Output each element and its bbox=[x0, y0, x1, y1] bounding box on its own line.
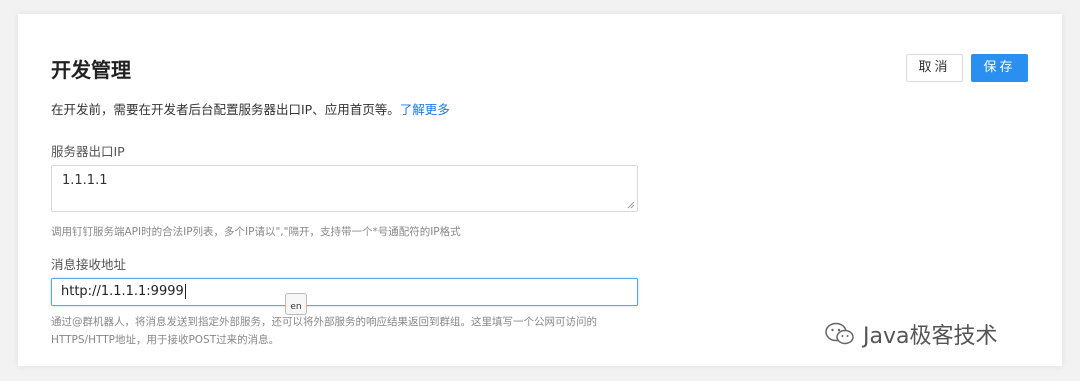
description-text: 在开发前，需要在开发者后台配置服务器出口IP、应用首页等。 bbox=[51, 102, 400, 117]
text-caret bbox=[184, 284, 186, 299]
message-url-value: http://1.1.1.1:9999 bbox=[61, 284, 184, 299]
watermark: Java极客技术 bbox=[825, 318, 997, 350]
resize-handle-icon[interactable] bbox=[627, 201, 635, 209]
cancel-button[interactable]: 取消 bbox=[906, 54, 963, 82]
dev-management-card: 开发管理 取消 保存 在开发前，需要在开发者后台配置服务器出口IP、应用首页等。… bbox=[18, 14, 1062, 366]
learn-more-link[interactable]: 了解更多 bbox=[400, 102, 450, 117]
server-ip-textarea[interactable]: 1.1.1.1 bbox=[51, 165, 638, 212]
page-description: 在开发前，需要在开发者后台配置服务器出口IP、应用首页等。了解更多 bbox=[51, 99, 450, 118]
page-title: 开发管理 bbox=[51, 58, 131, 82]
watermark-text: Java极客技术 bbox=[863, 324, 998, 349]
server-ip-label: 服务器出口IP bbox=[51, 144, 125, 159]
server-ip-hint: 调用钉钉服务端API时的合法IP列表，多个IP请以","隔开，支持带一个*号通配… bbox=[51, 226, 461, 238]
save-button[interactable]: 保存 bbox=[971, 54, 1028, 82]
wechat-icon bbox=[825, 322, 854, 345]
server-ip-value: 1.1.1.1 bbox=[62, 173, 108, 188]
message-url-hint-line1: 通过@群机器人，将消息发送到指定外部服务，还可以将外部服务的响应结果返回到群组。… bbox=[51, 316, 597, 328]
message-url-input[interactable]: http://1.1.1.1:9999 bbox=[51, 278, 638, 306]
message-url-hint-line2: HTTPS/HTTP地址，用于接收POST过来的消息。 bbox=[51, 334, 280, 346]
message-url-label: 消息接收地址 bbox=[51, 257, 127, 272]
